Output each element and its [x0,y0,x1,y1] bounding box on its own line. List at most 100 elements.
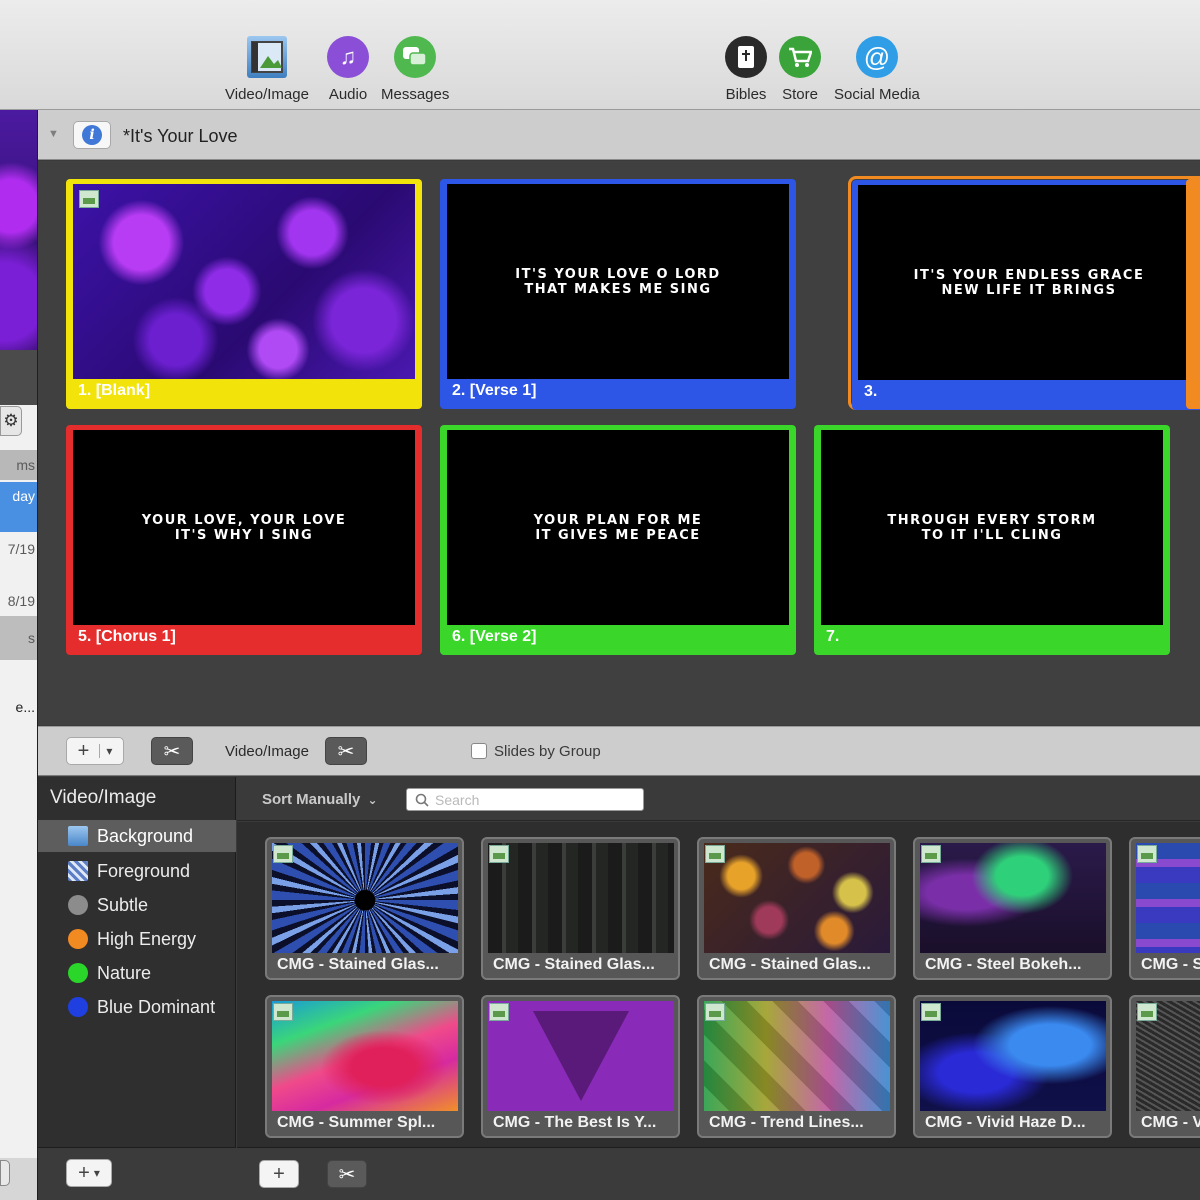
media-footer: + ✂ [237,1147,1200,1200]
bibles-toolbar-button[interactable]: Bibles [725,36,767,103]
slide-preview: YOUR LOVE, YOUR LOVE IT'S WHY I SING [73,430,415,625]
scissors-icon: ✂ [163,740,181,763]
sort-dropdown[interactable]: Sort Manually ⌄ [262,791,378,808]
collapse-triangle-icon[interactable]: ▼ [48,128,59,140]
video-image-toolbar-button[interactable]: Video/Image [225,36,309,103]
image-badge-icon [705,1003,725,1021]
slide-4-partial[interactable] [1186,179,1200,409]
media-item[interactable]: CMG - Stained Glas... [697,837,896,980]
slide-1[interactable]: 1. [Blank] [66,179,422,409]
category-background[interactable]: Background [38,820,236,852]
image-badge-icon [921,1003,941,1021]
category-blue-dominant[interactable]: Blue Dominant [38,991,236,1023]
add-slide-button[interactable]: + ▾ [66,737,124,765]
media-item[interactable]: CMG - Vivid Haze D... [913,995,1112,1138]
document-title: *It's Your Love [123,126,238,146]
image-badge-icon [489,845,509,863]
slide-text: YOUR PLAN FOR ME IT GIVES ME PEACE [533,512,703,543]
media-sidebar-title: Video/Image [50,787,157,808]
cut-button[interactable]: ✂ [151,737,193,765]
search-input[interactable] [435,791,635,808]
media-item[interactable]: CMG - S [1129,837,1200,980]
media-item[interactable]: CMG - Steel Bokeh... [913,837,1112,980]
category-label: Nature [97,962,152,983]
category-high-energy[interactable]: High Energy [38,923,236,955]
live-preview [0,110,37,350]
slide-preview: YOUR PLAN FOR ME IT GIVES ME PEACE [447,430,789,625]
image-badge-icon [273,1003,293,1021]
media-categories-sidebar: Video/Image Background Foreground Subtle… [38,777,236,1147]
plus-icon: + [77,739,90,762]
messages-toolbar-button[interactable]: Messages [381,36,449,103]
add-media-button[interactable]: + [259,1160,299,1188]
image-icon [68,826,88,846]
library-row[interactable]: e... [0,695,37,719]
media-label: CMG - Stained Glas... [709,956,871,973]
slides-by-group-label: Slides by Group [494,743,601,760]
slide-label: 1. [Blank] [78,382,151,399]
speech-bubbles-icon [394,36,437,78]
chevron-down-icon[interactable]: ▾ [99,744,112,758]
media-thumbnail [920,1001,1106,1111]
category-nature[interactable]: Nature [38,957,236,989]
image-badge-icon [921,845,941,863]
media-item[interactable]: CMG - Summer Spl... [265,995,464,1138]
info-button[interactable]: i [73,121,111,149]
plus-icon: + [273,1162,285,1185]
category-label: Background [97,825,194,846]
messages-toolbar-label: Messages [381,86,450,103]
shopping-cart-icon [779,36,821,78]
document-header: ▼ i *It's Your Love [38,110,1200,160]
media-item[interactable]: CMG - V [1129,995,1200,1138]
social-media-toolbar-button[interactable]: @ Social Media [834,36,920,103]
slides-by-group-checkbox[interactable] [471,743,487,759]
slide-grid: 1. [Blank] IT'S YOUR LOVE O LORD THAT MA… [38,161,1200,725]
slide-preview: IT'S YOUR ENDLESS GRACE NEW LIFE IT BRIN… [858,185,1200,380]
media-item[interactable]: CMG - Trend Lines... [697,995,896,1138]
library-footer-button[interactable] [0,1160,10,1186]
slide-label: 2. [Verse 1] [452,382,537,399]
slide-preview [73,184,415,379]
category-foreground[interactable]: Foreground [38,855,236,887]
library-row[interactable]: 7/19 [0,534,37,584]
category-label: Subtle [97,894,149,915]
media-thumbnail [488,1001,674,1111]
media-item[interactable]: CMG - The Best Is Y... [481,995,680,1138]
slide-5[interactable]: YOUR LOVE, YOUR LOVE IT'S WHY I SING 5. … [66,425,422,655]
slide-6[interactable]: YOUR PLAN FOR ME IT GIVES ME PEACE 6. [V… [440,425,796,655]
slide-label: 5. [Chorus 1] [78,628,176,645]
library-row-selected[interactable]: day [0,482,37,532]
slide-label: 6. [Verse 2] [452,628,537,645]
store-toolbar-button[interactable]: Store [779,36,821,103]
slide-text: YOUR LOVE, YOUR LOVE IT'S WHY I SING [141,512,347,543]
slide-toolbar: + ▾ ✂ Video/Image ✂ Slides by Group [38,726,1200,776]
video-image-label: Video/Image [225,743,309,760]
audio-toolbar-button[interactable]: ♫ Audio [327,36,369,103]
media-cut-button[interactable]: ✂ [325,737,367,765]
gear-icon[interactable]: ⚙ [0,406,22,436]
media-item[interactable]: CMG - Stained Glas... [481,837,680,980]
orange-dot-icon [68,929,88,949]
image-badge-icon [705,845,725,863]
search-field[interactable] [406,788,644,811]
slide-3[interactable]: IT'S YOUR ENDLESS GRACE NEW LIFE IT BRIN… [852,180,1200,410]
music-note-icon: ♫ [327,36,369,78]
slide-7[interactable]: THROUGH EVERY STORM TO IT I'LL CLING 7. [814,425,1170,655]
search-icon [415,793,429,807]
app-window: Video/Image ♫ Audio Messages Bibles Stor… [0,0,1200,1200]
library-row[interactable]: s [0,616,37,660]
media-label: CMG - V [1141,1114,1200,1131]
media-label: CMG - S [1141,956,1200,973]
media-item[interactable]: CMG - Stained Glas... [265,837,464,980]
library-row[interactable]: ms [0,450,37,480]
slide-2[interactable]: IT'S YOUR LOVE O LORD THAT MAKES ME SING… [440,179,796,409]
category-subtle[interactable]: Subtle [38,889,236,921]
media-grid: CMG - Stained Glas... CMG - Stained Glas… [237,822,1200,1147]
store-toolbar-label: Store [782,86,818,103]
add-category-button[interactable]: + ▾ [66,1159,112,1187]
social-media-toolbar-label: Social Media [834,86,920,103]
media-thumbnail [272,1001,458,1111]
info-icon: i [82,125,102,145]
clapperboard-icon [68,861,88,881]
media-scissors-button[interactable]: ✂ [327,1160,367,1188]
